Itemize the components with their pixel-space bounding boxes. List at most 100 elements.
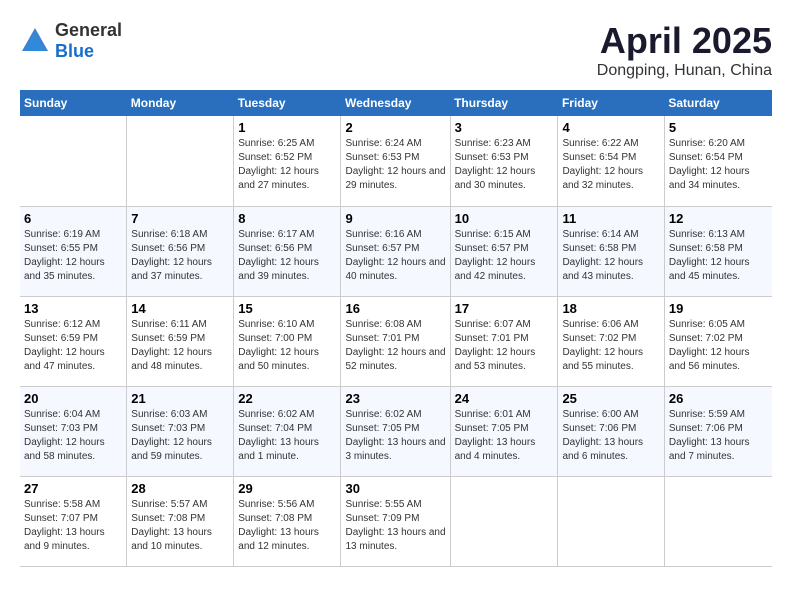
calendar-cell: 30 Sunrise: 5:55 AMSunset: 7:09 PMDayligh…: [341, 476, 450, 566]
calendar-cell: [20, 116, 127, 206]
col-saturday: Saturday: [664, 90, 772, 116]
day-info: Sunrise: 6:01 AMSunset: 7:05 PMDaylight:…: [455, 408, 554, 464]
col-monday: Monday: [127, 90, 234, 116]
calendar-cell: 5 Sunrise: 6:20 AMSunset: 6:54 PMDaylight…: [664, 116, 772, 206]
day-info: Sunrise: 6:11 AMSunset: 6:59 PMDaylight:…: [131, 318, 229, 374]
day-info: Sunrise: 5:57 AMSunset: 7:08 PMDaylight:…: [131, 498, 229, 554]
calendar-cell: [127, 116, 234, 206]
day-number: 15: [238, 301, 336, 316]
calendar-cell: 3 Sunrise: 6:23 AMSunset: 6:53 PMDaylight…: [450, 116, 558, 206]
day-info: Sunrise: 5:59 AMSunset: 7:06 PMDaylight:…: [669, 408, 768, 464]
calendar-cell: 20Sunrise: 6:04 AMSunset: 7:03 PMDayligh…: [20, 386, 127, 476]
calendar-cell: [558, 476, 664, 566]
day-info: Sunrise: 6:07 AMSunset: 7:01 PMDaylight:…: [455, 318, 554, 374]
calendar-cell: [664, 476, 772, 566]
day-number: 21: [131, 391, 229, 406]
calendar-table: Sunday Monday Tuesday Wednesday Thursday…: [20, 90, 772, 567]
day-info: Sunrise: 6:03 AMSunset: 7:03 PMDaylight:…: [131, 408, 229, 464]
day-info: Sunrise: 6:12 AMSunset: 6:59 PMDaylight:…: [24, 318, 122, 374]
day-number: 9: [345, 211, 445, 226]
location: Dongping, Hunan, China: [597, 62, 772, 80]
day-info: Sunrise: 6:24 AMSunset: 6:53 PMDaylight:…: [345, 137, 445, 193]
day-number: 24: [455, 391, 554, 406]
week-row-5: 27Sunrise: 5:58 AMSunset: 7:07 PMDayligh…: [20, 476, 772, 566]
day-number: 18: [562, 301, 659, 316]
day-number: 23: [345, 391, 445, 406]
day-info: Sunrise: 6:16 AMSunset: 6:57 PMDaylight:…: [345, 228, 445, 284]
day-info: Sunrise: 6:25 AMSunset: 6:52 PMDaylight:…: [238, 137, 336, 193]
calendar-cell: 4 Sunrise: 6:22 AMSunset: 6:54 PMDaylight…: [558, 116, 664, 206]
day-number: 4: [562, 120, 659, 135]
day-number: 25: [562, 391, 659, 406]
calendar-cell: 19Sunrise: 6:05 AMSunset: 7:02 PMDayligh…: [664, 296, 772, 386]
calendar-cell: 16Sunrise: 6:08 AMSunset: 7:01 PMDayligh…: [341, 296, 450, 386]
day-number: 1: [238, 120, 336, 135]
month-title: April 2025: [597, 20, 772, 62]
day-number: 16: [345, 301, 445, 316]
day-number: 3: [455, 120, 554, 135]
header-row: Sunday Monday Tuesday Wednesday Thursday…: [20, 90, 772, 116]
page-header: General Blue April 2025 Dongping, Hunan,…: [20, 20, 772, 80]
week-row-3: 13 Sunrise: 6:12 AMSunset: 6:59 PMDayligh…: [20, 296, 772, 386]
calendar-cell: 12Sunrise: 6:13 AMSunset: 6:58 PMDayligh…: [664, 206, 772, 296]
calendar-cell: 24 Sunrise: 6:01 AMSunset: 7:05 PMDayligh…: [450, 386, 558, 476]
day-info: Sunrise: 6:19 AMSunset: 6:55 PMDaylight:…: [24, 228, 122, 284]
calendar-cell: 22Sunrise: 6:02 AMSunset: 7:04 PMDayligh…: [234, 386, 341, 476]
col-sunday: Sunday: [20, 90, 127, 116]
day-info: Sunrise: 6:18 AMSunset: 6:56 PMDaylight:…: [131, 228, 229, 284]
week-row-4: 20Sunrise: 6:04 AMSunset: 7:03 PMDayligh…: [20, 386, 772, 476]
week-row-1: 1 Sunrise: 6:25 AMSunset: 6:52 PMDaylight…: [20, 116, 772, 206]
day-number: 14: [131, 301, 229, 316]
calendar-cell: 6 Sunrise: 6:19 AMSunset: 6:55 PMDaylight…: [20, 206, 127, 296]
day-number: 19: [669, 301, 768, 316]
day-info: Sunrise: 6:17 AMSunset: 6:56 PMDaylight:…: [238, 228, 336, 284]
day-number: 10: [455, 211, 554, 226]
day-number: 2: [345, 120, 445, 135]
day-number: 27: [24, 481, 122, 496]
day-info: Sunrise: 6:13 AMSunset: 6:58 PMDaylight:…: [669, 228, 768, 284]
day-info: Sunrise: 6:20 AMSunset: 6:54 PMDaylight:…: [669, 137, 768, 193]
day-info: Sunrise: 5:55 AMSunset: 7:09 PMDaylight:…: [345, 498, 445, 554]
day-info: Sunrise: 6:22 AMSunset: 6:54 PMDaylight:…: [562, 137, 659, 193]
calendar-cell: 13 Sunrise: 6:12 AMSunset: 6:59 PMDayligh…: [20, 296, 127, 386]
calendar-cell: [450, 476, 558, 566]
calendar-body: 1 Sunrise: 6:25 AMSunset: 6:52 PMDaylight…: [20, 116, 772, 566]
calendar-cell: 14 Sunrise: 6:11 AMSunset: 6:59 PMDayligh…: [127, 296, 234, 386]
day-info: Sunrise: 6:23 AMSunset: 6:53 PMDaylight:…: [455, 137, 554, 193]
logo-general-text: General: [55, 20, 122, 41]
day-number: 8: [238, 211, 336, 226]
calendar-cell: 18 Sunrise: 6:06 AMSunset: 7:02 PMDayligh…: [558, 296, 664, 386]
day-number: 29: [238, 481, 336, 496]
calendar-cell: 15 Sunrise: 6:10 AMSunset: 7:00 PMDayligh…: [234, 296, 341, 386]
day-number: 5: [669, 120, 768, 135]
calendar-cell: 28 Sunrise: 5:57 AMSunset: 7:08 PMDayligh…: [127, 476, 234, 566]
calendar-cell: 23 Sunrise: 6:02 AMSunset: 7:05 PMDayligh…: [341, 386, 450, 476]
calendar-cell: 27Sunrise: 5:58 AMSunset: 7:07 PMDayligh…: [20, 476, 127, 566]
day-info: Sunrise: 6:15 AMSunset: 6:57 PMDaylight:…: [455, 228, 554, 284]
logo: General Blue: [20, 20, 122, 62]
logo-icon: [20, 26, 50, 56]
day-number: 28: [131, 481, 229, 496]
calendar-cell: 8 Sunrise: 6:17 AMSunset: 6:56 PMDaylight…: [234, 206, 341, 296]
calendar-cell: 21 Sunrise: 6:03 AMSunset: 7:03 PMDayligh…: [127, 386, 234, 476]
calendar-header: Sunday Monday Tuesday Wednesday Thursday…: [20, 90, 772, 116]
calendar-cell: 2 Sunrise: 6:24 AMSunset: 6:53 PMDaylight…: [341, 116, 450, 206]
day-info: Sunrise: 6:06 AMSunset: 7:02 PMDaylight:…: [562, 318, 659, 374]
col-thursday: Thursday: [450, 90, 558, 116]
calendar-cell: 11Sunrise: 6:14 AMSunset: 6:58 PMDayligh…: [558, 206, 664, 296]
col-tuesday: Tuesday: [234, 90, 341, 116]
day-info: Sunrise: 6:00 AMSunset: 7:06 PMDaylight:…: [562, 408, 659, 464]
day-info: Sunrise: 6:02 AMSunset: 7:05 PMDaylight:…: [345, 408, 445, 464]
logo-blue-text: Blue: [55, 41, 122, 62]
calendar-cell: 25 Sunrise: 6:00 AMSunset: 7:06 PMDayligh…: [558, 386, 664, 476]
day-number: 20: [24, 391, 122, 406]
day-number: 30: [345, 481, 445, 496]
day-number: 7: [131, 211, 229, 226]
day-number: 6: [24, 211, 122, 226]
day-number: 13: [24, 301, 122, 316]
col-wednesday: Wednesday: [341, 90, 450, 116]
day-info: Sunrise: 6:10 AMSunset: 7:00 PMDaylight:…: [238, 318, 336, 374]
calendar-cell: 10 Sunrise: 6:15 AMSunset: 6:57 PMDayligh…: [450, 206, 558, 296]
calendar-cell: 7 Sunrise: 6:18 AMSunset: 6:56 PMDaylight…: [127, 206, 234, 296]
title-area: April 2025 Dongping, Hunan, China: [597, 20, 772, 80]
